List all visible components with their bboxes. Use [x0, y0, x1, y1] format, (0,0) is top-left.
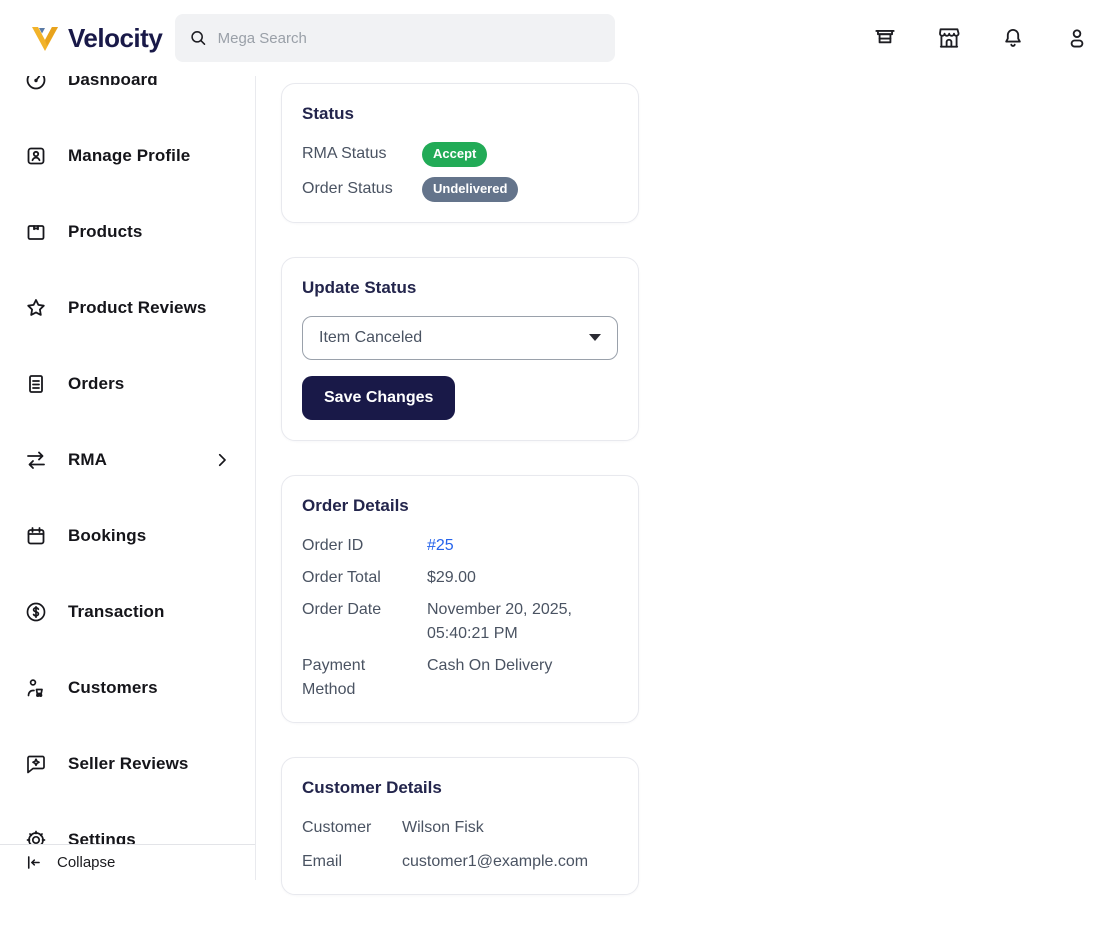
rma-status-badge: Accept [422, 142, 487, 167]
order-id-label: Order ID [302, 534, 427, 558]
store-icon[interactable] [936, 25, 962, 51]
order-status-badge: Undelivered [422, 177, 518, 202]
sidebar-item-label: Orders [68, 374, 124, 394]
status-card: Status RMA Status Accept Order Status Un… [281, 83, 639, 223]
sidebar-item-customers[interactable]: Customers [0, 650, 255, 726]
sidebar-item-transaction[interactable]: Transaction [0, 574, 255, 650]
header-actions [872, 0, 1090, 76]
order-total-value: $29.00 [427, 566, 618, 590]
payment-method-value: Cash On Delivery [427, 654, 618, 678]
sidebar-item-label: Manage Profile [68, 146, 190, 166]
sidebar-item-label: Transaction [68, 602, 165, 622]
collapse-label: Collapse [57, 854, 115, 871]
bell-icon[interactable] [1000, 25, 1026, 51]
main-content: Status RMA Status Accept Order Status Un… [256, 76, 1120, 929]
id-badge-icon [24, 144, 48, 168]
sidebar-item-label: RMA [68, 450, 107, 470]
order-details-card-title: Order Details [302, 496, 618, 516]
gauge-icon [24, 76, 48, 92]
calendar-icon [24, 524, 48, 548]
package-icon [24, 220, 48, 244]
storefront-icon[interactable] [872, 25, 898, 51]
sidebar-item-product-reviews[interactable]: Product Reviews [0, 270, 255, 346]
sidebar-item-seller-reviews[interactable]: Seller Reviews [0, 726, 255, 802]
sidebar-item-label: Bookings [68, 526, 146, 546]
update-status-card: Update Status Item Canceled Save Changes [281, 257, 639, 441]
collapse-arrow-icon [24, 853, 43, 872]
transfer-arrows-icon [24, 448, 48, 472]
update-status-card-title: Update Status [302, 278, 618, 298]
order-details-card: Order Details Order ID #25 Order Total $… [281, 475, 639, 723]
save-changes-button[interactable]: Save Changes [302, 376, 455, 420]
user-cart-icon [24, 676, 48, 700]
status-select[interactable]: Item Canceled [302, 316, 618, 360]
sidebar-item-label: Customers [68, 678, 158, 698]
chat-star-icon [24, 752, 48, 776]
caret-down-icon [589, 334, 601, 341]
sidebar-item-products[interactable]: Products [0, 194, 255, 270]
brand-logo[interactable]: Velocity [28, 21, 168, 55]
status-select-value: Item Canceled [319, 329, 422, 347]
velocity-logo-icon [28, 21, 62, 55]
top-header: Velocity [0, 0, 1120, 76]
sidebar-item-label: Seller Reviews [68, 754, 188, 774]
global-search[interactable] [175, 14, 615, 62]
sidebar-item-bookings[interactable]: Bookings [0, 498, 255, 574]
status-card-title: Status [302, 104, 618, 124]
sidebar-item-label: Product Reviews [68, 298, 207, 318]
sidebar-collapse-button[interactable]: Collapse [0, 844, 255, 880]
email-value: customer1@example.com [402, 850, 618, 874]
sidebar-item-label: Dashboard [68, 76, 158, 90]
order-total-label: Order Total [302, 566, 427, 590]
order-date-value: November 20, 2025, 05:40:21 PM [427, 598, 618, 646]
customer-details-card-title: Customer Details [302, 778, 618, 798]
document-icon [24, 372, 48, 396]
sidebar-item-dashboard[interactable]: Dashboard [0, 76, 255, 118]
customer-label: Customer [302, 816, 402, 840]
sidebar-item-label: Products [68, 222, 142, 242]
brand-name: Velocity [68, 23, 162, 54]
sidebar-item-rma[interactable]: RMA [0, 422, 255, 498]
user-icon[interactable] [1064, 25, 1090, 51]
star-icon [24, 296, 48, 320]
order-status-label: Order Status [302, 177, 422, 201]
search-input[interactable] [218, 30, 601, 47]
sidebar-item-manage-profile[interactable]: Manage Profile [0, 118, 255, 194]
email-label: Email [302, 850, 402, 874]
payment-method-label: Payment Method [302, 654, 427, 702]
dollar-circle-icon [24, 600, 48, 624]
customer-value: Wilson Fisk [402, 816, 618, 840]
sidebar-item-orders[interactable]: Orders [0, 346, 255, 422]
customer-details-card: Customer Details Customer Wilson Fisk Em… [281, 757, 639, 895]
search-icon [189, 28, 208, 48]
sidebar: Dashboard Manage Profile Products Produc… [0, 76, 256, 880]
rma-status-label: RMA Status [302, 142, 422, 166]
sidebar-nav: Dashboard Manage Profile Products Produc… [0, 76, 255, 878]
order-id-link[interactable]: #25 [427, 537, 454, 554]
chevron-right-icon [213, 451, 231, 469]
order-date-label: Order Date [302, 598, 427, 622]
